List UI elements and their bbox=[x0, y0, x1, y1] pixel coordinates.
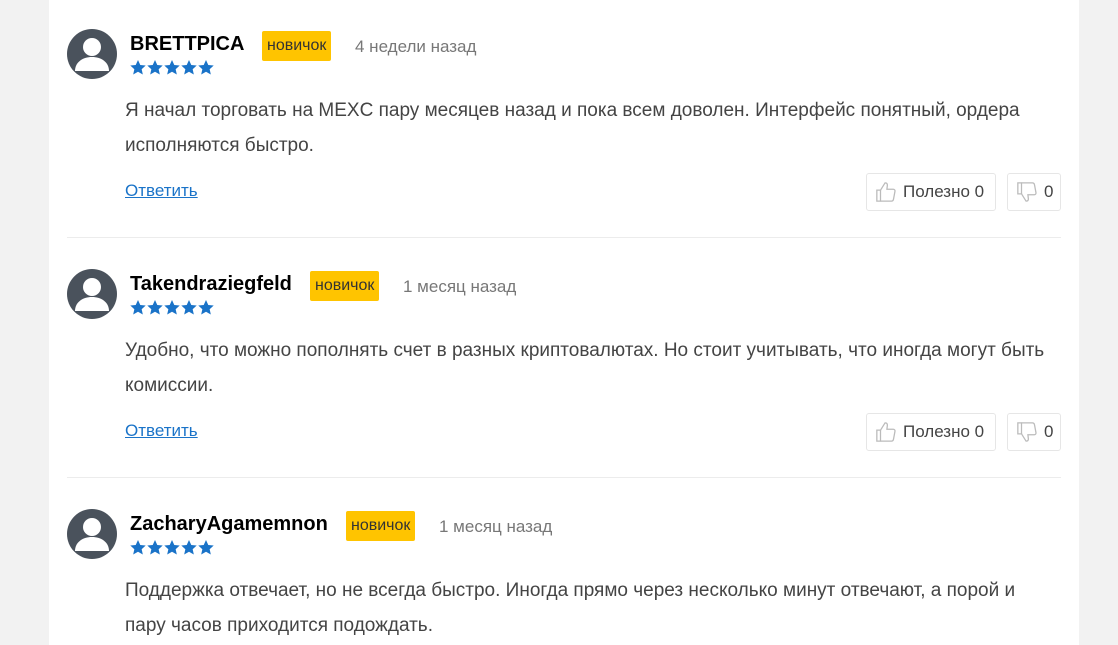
star-icon bbox=[130, 300, 146, 315]
star-icon bbox=[164, 60, 180, 75]
reply-link[interactable]: Ответить bbox=[125, 181, 198, 201]
review-text: Я начал торговать на MEXC пару месяцев н… bbox=[125, 100, 1020, 156]
divider bbox=[67, 237, 1061, 238]
reviews-panel: BRETTPICA новичок 4 недели назад Я начал… bbox=[49, 0, 1079, 645]
dislike-button[interactable]: 0 bbox=[1007, 173, 1061, 211]
status-badge: новичок bbox=[346, 511, 416, 541]
useful-button[interactable]: Полезно 0 bbox=[866, 173, 996, 211]
dislike-button[interactable]: 0 bbox=[1007, 413, 1061, 451]
star-icon bbox=[147, 60, 163, 75]
star-icon bbox=[164, 540, 180, 555]
star-icon bbox=[181, 60, 197, 75]
status-badge: новичок bbox=[262, 31, 332, 61]
thumbs-down-icon bbox=[1017, 182, 1037, 202]
star-icon bbox=[198, 60, 214, 75]
useful-label: Полезно 0 bbox=[903, 422, 985, 441]
dislike-count: 0 bbox=[1044, 182, 1054, 201]
dislike-count: 0 bbox=[1044, 422, 1054, 441]
status-badge: новичок bbox=[310, 271, 380, 301]
useful-button[interactable]: Полезно 0 bbox=[866, 413, 996, 451]
user-avatar-icon bbox=[67, 269, 117, 319]
star-icon bbox=[198, 540, 214, 555]
star-icon bbox=[130, 60, 146, 75]
divider bbox=[67, 477, 1061, 478]
star-icon bbox=[147, 540, 163, 555]
review-author[interactable]: Takendraziegfeld bbox=[130, 273, 292, 296]
review-time: 1 месяц назад bbox=[403, 277, 517, 296]
review-text: Удобно, что можно пополнять счет в разны… bbox=[125, 340, 1045, 396]
review-author[interactable]: BRETTPICA bbox=[130, 33, 244, 56]
review-time: 1 месяц назад bbox=[439, 517, 553, 536]
rating-stars bbox=[130, 540, 214, 555]
star-icon bbox=[130, 540, 146, 555]
useful-label: Полезно 0 bbox=[903, 182, 985, 201]
star-icon bbox=[181, 540, 197, 555]
star-icon bbox=[198, 300, 214, 315]
thumbs-up-icon bbox=[876, 422, 896, 442]
star-icon bbox=[181, 300, 197, 315]
user-avatar-icon bbox=[67, 509, 117, 559]
thumbs-down-icon bbox=[1017, 422, 1037, 442]
user-avatar-icon bbox=[67, 29, 117, 79]
rating-stars bbox=[130, 300, 214, 315]
review-author[interactable]: ZacharyAgamemnon bbox=[130, 513, 328, 536]
rating-stars bbox=[130, 60, 214, 75]
review-time: 4 недели назад bbox=[355, 37, 477, 56]
thumbs-up-icon bbox=[876, 182, 896, 202]
star-icon bbox=[164, 300, 180, 315]
review-text: Поддержка отвечает, но не всегда быстро.… bbox=[125, 580, 1016, 636]
reply-link[interactable]: Ответить bbox=[125, 421, 198, 441]
star-icon bbox=[147, 300, 163, 315]
